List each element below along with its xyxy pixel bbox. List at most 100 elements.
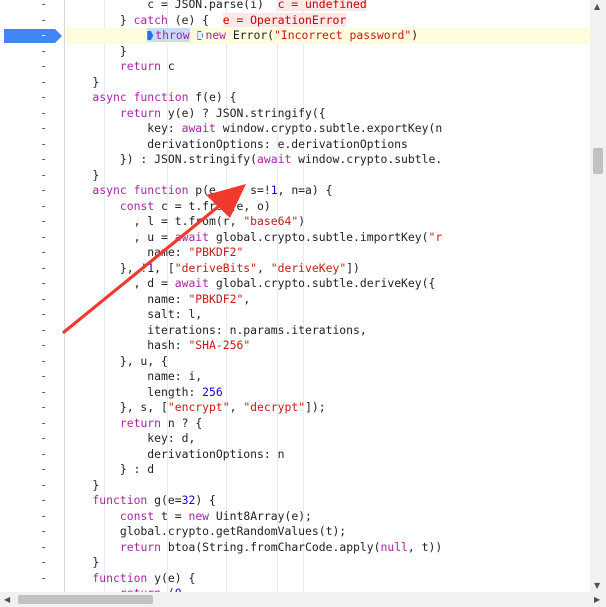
code-line[interactable]: return y(e) ? JSON.stringify({: [65, 106, 590, 122]
gutter-line[interactable]: -: [0, 214, 64, 230]
code-token: "Incorrect password": [274, 28, 412, 42]
code-line[interactable]: return btoa(String.fromCharCode.apply(nu…: [65, 540, 590, 556]
code-line[interactable]: derivationOptions: e.derivationOptions: [65, 137, 590, 153]
code-line[interactable]: , d = await global.crypto.subtle.deriveK…: [65, 276, 590, 292]
code-line[interactable]: global.crypto.getRandomValues(t);: [65, 524, 590, 540]
scroll-right-arrow-icon[interactable]: ▶: [594, 596, 600, 604]
gutter-line[interactable]: -: [0, 261, 64, 277]
code-line[interactable]: }: [65, 478, 590, 494]
code-line[interactable]: key: await window.crypto.subtle.exportKe…: [65, 121, 590, 137]
code-line[interactable]: , l = t.from(r, "base64"): [65, 214, 590, 230]
vertical-scroll-thumb[interactable]: [593, 148, 603, 174]
code-token: key: d,: [65, 431, 196, 445]
gutter-line[interactable]: -: [0, 431, 64, 447]
gutter-mark: -: [40, 307, 48, 321]
gutter-line[interactable]: -: [0, 245, 64, 261]
gutter-line[interactable]: -: [0, 571, 64, 587]
breakpoint-line-marker[interactable]: -: [0, 28, 64, 44]
gutter-line[interactable]: -: [0, 478, 64, 494]
gutter-line[interactable]: -: [0, 416, 64, 432]
gutter-line[interactable]: -: [0, 106, 64, 122]
code-token: 256: [202, 384, 223, 399]
code-line[interactable]: function g(e=32) {: [65, 493, 590, 509]
gutter-line[interactable]: -: [0, 509, 64, 525]
gutter-line[interactable]: -: [0, 493, 64, 509]
code-line[interactable]: }: [65, 44, 590, 60]
code-line[interactable]: }, !1, ["deriveBits", "deriveKey"]): [65, 261, 590, 277]
code-line[interactable]: name: "PBKDF2": [65, 245, 590, 261]
code-line[interactable]: }, s, ["encrypt", "decrypt"]);: [65, 400, 590, 416]
gutter-line[interactable]: -: [0, 447, 64, 463]
code-line[interactable]: async function p(e, r, s=!1, n=a) {: [65, 183, 590, 199]
gutter-line[interactable]: -: [0, 121, 64, 137]
gutter-line[interactable]: -: [0, 292, 64, 308]
gutter-line[interactable]: -: [0, 369, 64, 385]
scroll-left-arrow-icon[interactable]: ◀: [4, 596, 10, 604]
paused-code-line[interactable]: throw new Error("Incorrect password"): [65, 28, 590, 44]
gutter-line[interactable]: -: [0, 540, 64, 556]
execution-point-throw[interactable]: throw: [147, 28, 190, 42]
gutter-line[interactable]: -: [0, 152, 64, 168]
gutter-line[interactable]: -: [0, 230, 64, 246]
scroll-up-arrow-icon[interactable]: ▲: [594, 3, 600, 11]
code-line[interactable]: } catch (e) { e = OperationError: [65, 12, 590, 29]
gutter-line[interactable]: -: [0, 13, 64, 29]
code-line[interactable]: length: 256: [65, 385, 590, 401]
scroll-down-arrow-icon[interactable]: ▼: [594, 582, 600, 590]
gutter-line[interactable]: -: [0, 0, 64, 13]
gutter-line[interactable]: -: [0, 323, 64, 339]
gutter-line[interactable]: -: [0, 168, 64, 184]
gutter-line[interactable]: -: [0, 354, 64, 370]
code-line[interactable]: }, u, {: [65, 354, 590, 370]
gutter-line[interactable]: -: [0, 385, 64, 401]
code-line[interactable]: } : d: [65, 462, 590, 478]
code-token: key:: [65, 121, 182, 135]
gutter-line[interactable]: -: [0, 276, 64, 292]
gutter-line[interactable]: -: [0, 524, 64, 540]
source-editor[interactable]: --------------------------------------- …: [0, 0, 590, 592]
execution-point-new[interactable]: new: [196, 28, 226, 42]
gutter-line[interactable]: -: [0, 90, 64, 106]
code-line[interactable]: }: [65, 168, 590, 184]
gutter-line[interactable]: -: [0, 59, 64, 75]
code-line[interactable]: , u = await global.crypto.subtle.importK…: [65, 230, 590, 246]
gutter-line[interactable]: -: [0, 338, 64, 354]
code-line[interactable]: const t = new Uint8Array(e);: [65, 509, 590, 525]
code-line[interactable]: }: [65, 75, 590, 91]
gutter-mark: -: [40, 43, 48, 58]
gutter-mark: -: [40, 524, 48, 538]
code-line[interactable]: hash: "SHA-256": [65, 338, 590, 354]
vertical-scrollbar[interactable]: [590, 0, 606, 592]
code-line[interactable]: async function f(e) {: [65, 90, 590, 106]
code-line[interactable]: derivationOptions: n: [65, 447, 590, 463]
gutter-mark: -: [40, 183, 48, 197]
gutter-line[interactable]: -: [0, 44, 64, 60]
breakpoint-marker-icon[interactable]: -: [4, 29, 62, 43]
code-line[interactable]: const c = t.from(e, o): [65, 199, 590, 215]
code-line[interactable]: name: i,: [65, 369, 590, 385]
gutter-line[interactable]: -: [0, 183, 64, 199]
gutter-line[interactable]: -: [0, 199, 64, 215]
line-gutter[interactable]: ---------------------------------------: [0, 0, 64, 592]
gutter-line[interactable]: -: [0, 555, 64, 571]
code-token: , n=a) {: [277, 183, 333, 197]
code-line[interactable]: c = JSON.parse(i) c = undefined: [65, 0, 590, 13]
code-line[interactable]: iterations: n.params.iterations,: [65, 323, 590, 339]
gutter-line[interactable]: -: [0, 137, 64, 153]
code-line[interactable]: function y(e) {: [65, 571, 590, 587]
code-line[interactable]: name: "PBKDF2",: [65, 292, 590, 308]
gutter-line[interactable]: -: [0, 75, 64, 91]
code-line[interactable]: key: d,: [65, 431, 590, 447]
gutter-line[interactable]: -: [0, 462, 64, 478]
horizontal-scroll-thumb[interactable]: [18, 595, 153, 604]
code-line[interactable]: }: [65, 555, 590, 571]
code-line[interactable]: }) : JSON.stringify(await window.crypto.…: [65, 152, 590, 168]
code-token: f(e) {: [188, 90, 237, 104]
gutter-line[interactable]: -: [0, 400, 64, 416]
code-line[interactable]: return n ? {: [65, 416, 590, 432]
code-line[interactable]: salt: l,: [65, 307, 590, 323]
code-line[interactable]: return c: [65, 59, 590, 75]
gutter-line[interactable]: -: [0, 307, 64, 323]
